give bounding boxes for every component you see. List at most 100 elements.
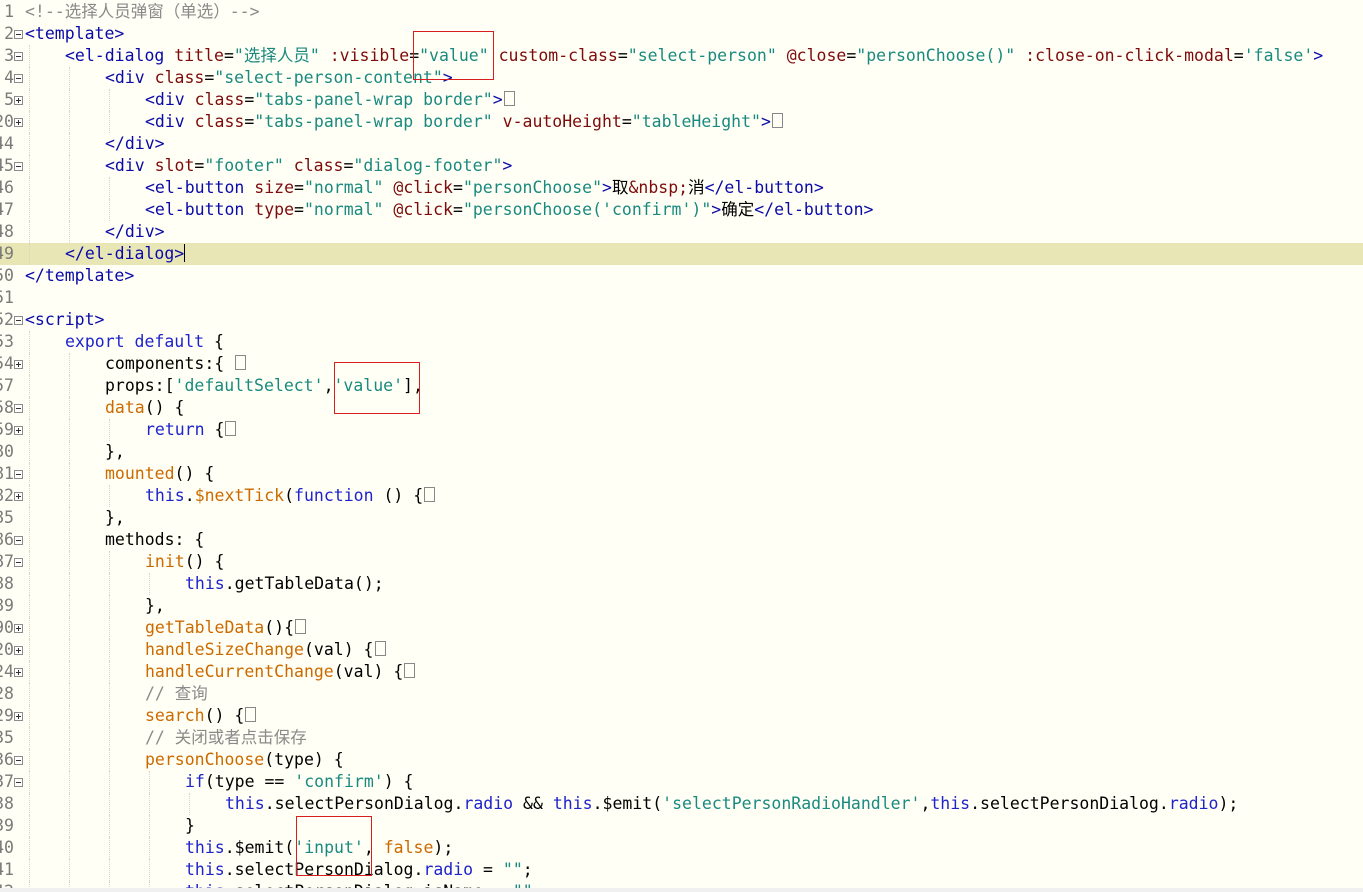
fold-expand-icon[interactable]	[14, 624, 23, 633]
code-line[interactable]: 52 <script>	[0, 309, 1363, 331]
code-line[interactable]: 137 if(type == 'confirm') {	[0, 771, 1363, 793]
code-text[interactable]: // 关闭或者点击保存	[145, 727, 307, 749]
code-line[interactable]: 51	[0, 287, 1363, 309]
fold-collapse-icon[interactable]	[14, 74, 23, 83]
code-text[interactable]: this.$emit('input', false);	[185, 837, 453, 859]
code-line[interactable]: 49 </el-dialog>	[0, 243, 1363, 265]
code-text[interactable]: init() {	[145, 551, 225, 573]
folded-code-icon[interactable]	[225, 421, 237, 436]
code-text[interactable]: this.selectPersonDialog.radio = "";	[185, 859, 533, 881]
fold-expand-icon[interactable]	[14, 646, 23, 655]
code-line[interactable]: 135 // 关闭或者点击保存	[0, 727, 1363, 749]
code-text[interactable]: this.selectPersonDialog.radio && this.$e…	[225, 793, 1238, 815]
code-line[interactable]: 20<div class="tabs-panel-wrap border" v-…	[0, 111, 1363, 133]
code-text[interactable]: handleCurrentChange(val) {	[145, 661, 416, 683]
code-line[interactable]: 53 export default {	[0, 331, 1363, 353]
code-line[interactable]: 50 </template>	[0, 265, 1363, 287]
code-text[interactable]: getTableData(){	[145, 617, 307, 639]
code-text[interactable]: return {	[145, 419, 237, 441]
fold-expand-icon[interactable]	[14, 118, 23, 127]
code-text[interactable]: },	[145, 595, 165, 617]
horizontal-scrollbar[interactable]	[0, 888, 1363, 892]
folded-code-icon[interactable]	[771, 113, 783, 128]
code-text[interactable]: components:{	[105, 353, 247, 375]
fold-collapse-icon[interactable]	[14, 778, 23, 787]
code-line[interactable]: 47<el-button type="normal" @click="perso…	[0, 199, 1363, 221]
code-text[interactable]: <!--选择人员弹窗（单选）-->	[25, 1, 260, 23]
folded-code-icon[interactable]	[295, 619, 307, 634]
code-text[interactable]: // 查询	[145, 683, 208, 705]
code-text[interactable]: if(type == 'confirm') {	[185, 771, 414, 793]
code-text[interactable]: </template>	[25, 265, 134, 287]
code-text[interactable]: data() {	[105, 397, 185, 419]
fold-collapse-icon[interactable]	[14, 536, 23, 545]
fold-expand-icon[interactable]	[14, 360, 23, 369]
code-line[interactable]: 48 </div>	[0, 221, 1363, 243]
fold-collapse-icon[interactable]	[14, 30, 23, 39]
code-line[interactable]: 87 init() {	[0, 551, 1363, 573]
fold-collapse-icon[interactable]	[14, 558, 23, 567]
code-line[interactable]: 90 getTableData(){	[0, 617, 1363, 639]
folded-code-icon[interactable]	[404, 663, 416, 678]
code-line[interactable]: 59 return {	[0, 419, 1363, 441]
code-line[interactable]: 54 components:{	[0, 353, 1363, 375]
code-line[interactable]: 82 this.$nextTick(function () {	[0, 485, 1363, 507]
folded-code-icon[interactable]	[245, 707, 257, 722]
code-text[interactable]: methods: {	[105, 529, 204, 551]
code-text[interactable]: <script>	[25, 309, 104, 331]
code-text[interactable]: </el-dialog>	[65, 243, 186, 265]
fold-expand-icon[interactable]	[14, 712, 23, 721]
code-line[interactable]: 88 this.getTableData();	[0, 573, 1363, 595]
code-line[interactable]: 85},	[0, 507, 1363, 529]
code-text[interactable]: <el-dialog title="选择人员" :visible="value"…	[65, 45, 1323, 67]
code-text[interactable]: <div class="tabs-panel-wrap border" v-au…	[145, 111, 783, 133]
fold-expand-icon[interactable]	[14, 426, 23, 435]
code-text[interactable]: <div slot="footer" class="dialog-footer"…	[105, 155, 512, 177]
code-line[interactable]: 2 <template>	[0, 23, 1363, 45]
code-text[interactable]: this.getTableData();	[185, 573, 384, 595]
code-line[interactable]: 5 <div class="tabs-panel-wrap border">	[0, 89, 1363, 111]
code-line[interactable]: 44 </div>	[0, 133, 1363, 155]
code-text[interactable]: <template>	[25, 23, 124, 45]
code-text[interactable]: <div class="tabs-panel-wrap border">	[145, 89, 515, 111]
code-text[interactable]: export default {	[65, 331, 224, 353]
code-line[interactable]: 124 handleCurrentChange(val) {	[0, 661, 1363, 683]
fold-expand-icon[interactable]	[14, 492, 23, 501]
code-text[interactable]: <el-button type="normal" @click="personC…	[145, 199, 873, 221]
fold-collapse-icon[interactable]	[14, 470, 23, 479]
code-text[interactable]: search() {	[145, 705, 257, 727]
code-editor[interactable]: 1 <!--选择人员弹窗（单选）--> 2 <template> 3 <el-dialog…	[0, 0, 1363, 892]
code-text[interactable]: props:['defaultSelect','value'],	[105, 375, 423, 397]
code-line[interactable]: 3 <el-dialog title="选择人员" :visible="value…	[0, 45, 1363, 67]
code-text[interactable]: <el-button size="normal" @click="personC…	[145, 177, 824, 199]
code-line[interactable]: 81 mounted() {	[0, 463, 1363, 485]
code-text[interactable]: handleSizeChange(val) {	[145, 639, 386, 661]
code-text[interactable]: }	[185, 815, 195, 837]
folded-code-icon[interactable]	[503, 91, 515, 106]
folded-code-icon[interactable]	[424, 487, 436, 502]
code-line[interactable]: 136 personChoose(type) {	[0, 749, 1363, 771]
folded-code-icon[interactable]	[235, 355, 247, 370]
fold-collapse-icon[interactable]	[14, 404, 23, 413]
code-line[interactable]: 86 methods: {	[0, 529, 1363, 551]
code-text[interactable]: this.$nextTick(function () {	[145, 485, 436, 507]
fold-collapse-icon[interactable]	[14, 316, 23, 325]
code-line[interactable]: 140 this.$emit('input', false);	[0, 837, 1363, 859]
fold-collapse-icon[interactable]	[14, 162, 23, 171]
code-line[interactable]: 138this.selectPersonDialog.radio && this…	[0, 793, 1363, 815]
code-line[interactable]: 89},	[0, 595, 1363, 617]
fold-expand-icon[interactable]	[14, 668, 23, 677]
code-line[interactable]: 46<el-button size="normal" @click="perso…	[0, 177, 1363, 199]
code-text[interactable]: mounted() {	[105, 463, 214, 485]
code-line[interactable]: 80},	[0, 441, 1363, 463]
code-line[interactable]: 45<div slot="footer" class="dialog-foote…	[0, 155, 1363, 177]
code-line[interactable]: 4 <div class="select-person-content">	[0, 67, 1363, 89]
code-text[interactable]: <div class="select-person-content">	[105, 67, 453, 89]
code-line[interactable]: 120 handleSizeChange(val) {	[0, 639, 1363, 661]
code-text[interactable]: personChoose(type) {	[145, 749, 344, 771]
code-line[interactable]: 128 // 查询	[0, 683, 1363, 705]
code-line[interactable]: 58 data() {	[0, 397, 1363, 419]
code-line[interactable]: 57 props:['defaultSelect','value'],	[0, 375, 1363, 397]
code-line[interactable]: 139}	[0, 815, 1363, 837]
code-text[interactable]: </div>	[105, 133, 165, 155]
